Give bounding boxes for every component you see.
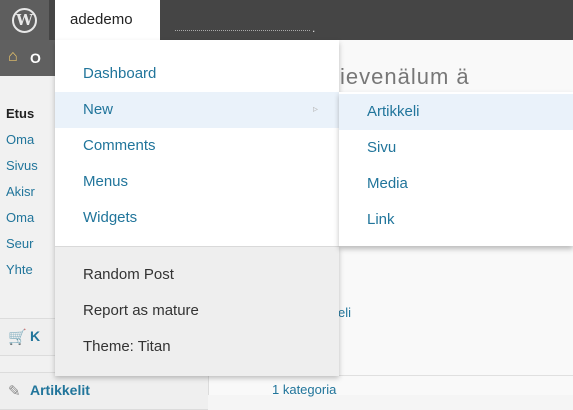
admin-bar-search-field[interactable] [175,29,310,31]
page-title-fragment: ievenälum ä [340,64,470,89]
admin-bar-dot: . [312,21,316,35]
sidebar-item-5[interactable]: Seur [6,236,33,251]
submenu-item-artikkeli[interactable]: Artikkeli [339,94,573,130]
sidebar-section-cart-label: K [30,328,41,344]
menu-item-theme[interactable]: Theme: Titan [55,329,339,365]
pin-icon: ✎ [8,383,21,400]
sidebar-section-articles-label: Artikkelit [30,382,90,398]
sidebar-section-articles[interactable]: ✎ Artikkelit [0,372,208,410]
sidebar-header-label: O [30,50,41,66]
menu-item-random-post[interactable]: Random Post [55,257,339,293]
submenu-item-link[interactable]: Link [339,202,573,238]
dropdown-secondary-group: Random Post Report as mature Theme: Tita… [55,246,339,376]
sidebar-item-2[interactable]: Sivus [6,158,38,173]
submenu-item-media[interactable]: Media [339,166,573,202]
sidebar-item-6[interactable]: Yhte [6,262,33,277]
sidebar-item-etusivu[interactable]: Etus [6,106,34,121]
menu-item-widgets[interactable]: Widgets [55,200,339,236]
menu-item-new[interactable]: New ▹ [55,92,339,128]
menu-item-report-mature[interactable]: Report as mature [55,293,339,329]
site-dropdown-menu: Dashboard New ▹ Comments Menus Widgets R… [55,40,339,376]
wordpress-logo-button[interactable]: W [0,0,49,40]
menu-item-new-label: New [83,101,114,118]
menu-item-comments[interactable]: Comments [55,128,339,164]
menu-item-menus[interactable]: Menus [55,164,339,200]
site-name-menu[interactable]: adedemo [55,0,160,40]
content-link-fragment[interactable]: eli [338,305,351,320]
wordpress-logo-icon: W [12,7,37,33]
sidebar-item-3[interactable]: Akisr [6,184,35,199]
sidebar-item-4[interactable]: Oma [6,210,34,225]
menu-item-dashboard[interactable]: Dashboard [55,56,339,92]
cart-icon: 🛒 [8,329,27,346]
new-submenu: Artikkeli Sivu Media Link [339,92,573,246]
home-icon: ⌂ [8,48,18,65]
sidebar-item-1[interactable]: Oma [6,132,34,147]
submenu-arrow-icon: ▹ [313,104,319,115]
admin-bar: W adedemo . [0,0,573,40]
submenu-item-sivu[interactable]: Sivu [339,130,573,166]
